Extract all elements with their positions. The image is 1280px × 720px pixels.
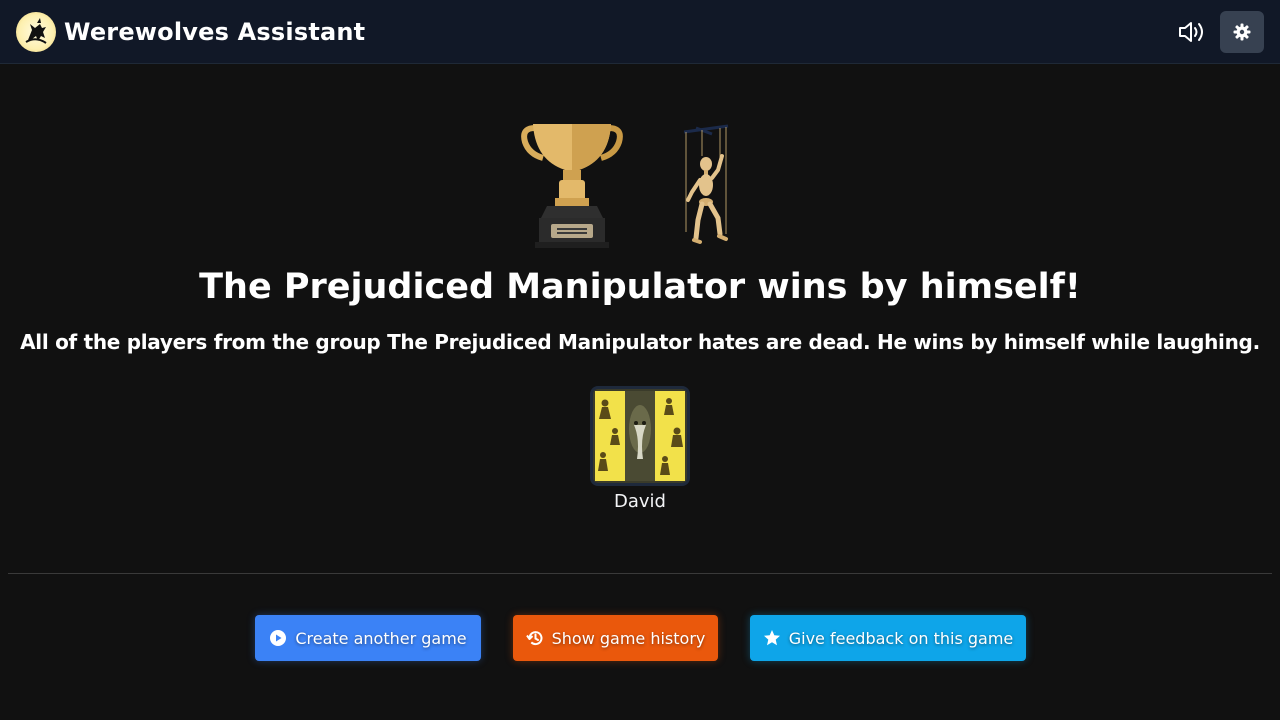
- show-game-history-button[interactable]: Show game history: [513, 615, 718, 661]
- app-title[interactable]: Werewolves Assistant: [64, 17, 365, 47]
- play-circle-icon: [269, 629, 287, 647]
- history-icon: [525, 629, 544, 647]
- player-role-card[interactable]: [590, 386, 690, 486]
- give-feedback-button[interactable]: Give feedback on this game: [750, 615, 1026, 661]
- create-another-game-button[interactable]: Create another game: [255, 615, 481, 661]
- star-icon: [763, 629, 781, 647]
- give-feedback-label: Give feedback on this game: [788, 628, 1014, 648]
- prejudiced-manipulator-role-card: [593, 389, 687, 483]
- werewolf-logo-icon[interactable]: [16, 12, 56, 52]
- speaker-volume-icon[interactable]: [1174, 16, 1208, 48]
- top-navbar: Werewolves Assistant: [0, 0, 1280, 64]
- show-game-history-label: Show game history: [551, 628, 706, 648]
- trophy-icon: [521, 124, 623, 248]
- gear-icon: [1233, 23, 1251, 41]
- settings-button[interactable]: [1220, 11, 1264, 53]
- divider: [8, 573, 1272, 574]
- create-another-game-label: Create another game: [295, 628, 467, 648]
- winner-title: The Prejudiced Manipulator wins by himse…: [199, 267, 1081, 307]
- puppet-marionette-icon: [683, 124, 729, 244]
- player-name: David: [614, 491, 666, 512]
- winner-description: All of the players from the group The Pr…: [20, 330, 1260, 354]
